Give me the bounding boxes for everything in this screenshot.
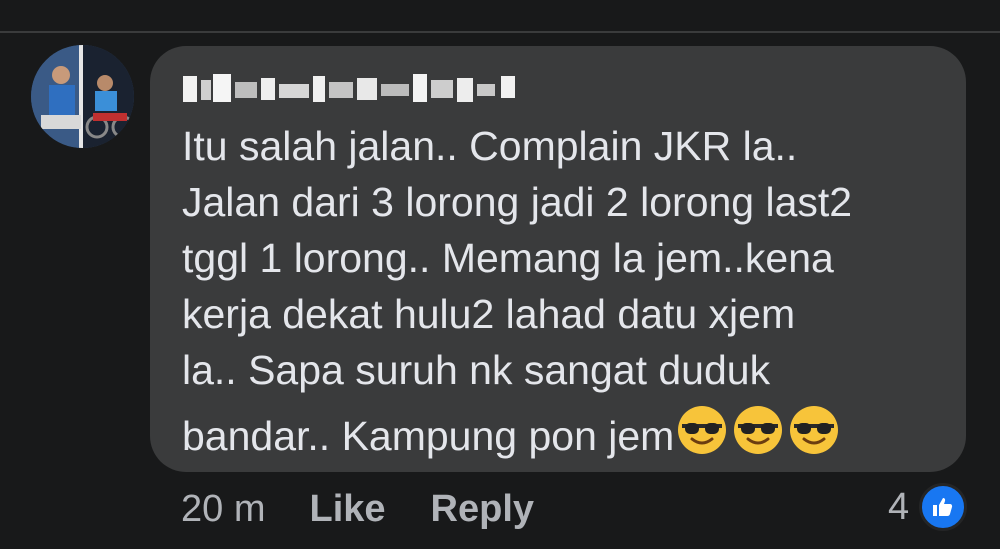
sunglasses-emoji-icon [732,404,784,456]
sunglasses-emoji-icon [788,404,840,456]
reaction-summary[interactable]: 4 [888,483,968,531]
comment-line: tggl 1 lorong.. Memang la jem..kena [182,235,834,281]
comment-text: Itu salah jalan.. Complain JKR la.. Jala… [182,118,952,470]
comment-timestamp[interactable]: 20 m [181,488,265,531]
comment-line: Jalan dari 3 lorong jadi 2 lorong last2 [182,179,853,225]
comment-line-last: bandar.. Kampung pon jem [182,404,952,470]
thumbs-up-icon [919,483,968,531]
avatar[interactable] [31,45,134,148]
comment-actions: 20 m Like Reply [181,487,534,531]
sunglasses-emoji-icon [676,404,728,456]
comment-line: kerja dekat hulu2 lahad datu xjem [182,291,796,337]
author-name-redacted[interactable] [183,70,533,106]
reply-button[interactable]: Reply [431,488,534,531]
comment-line-text: bandar.. Kampung pon jem [182,413,675,459]
comment-line: la.. Sapa suruh nk sangat duduk [182,347,771,393]
comment-line: Itu salah jalan.. Complain JKR la.. [182,123,798,169]
reaction-count: 4 [888,485,910,528]
emoji-row [676,404,844,470]
like-button[interactable]: Like [309,488,385,531]
top-divider [0,31,1000,33]
